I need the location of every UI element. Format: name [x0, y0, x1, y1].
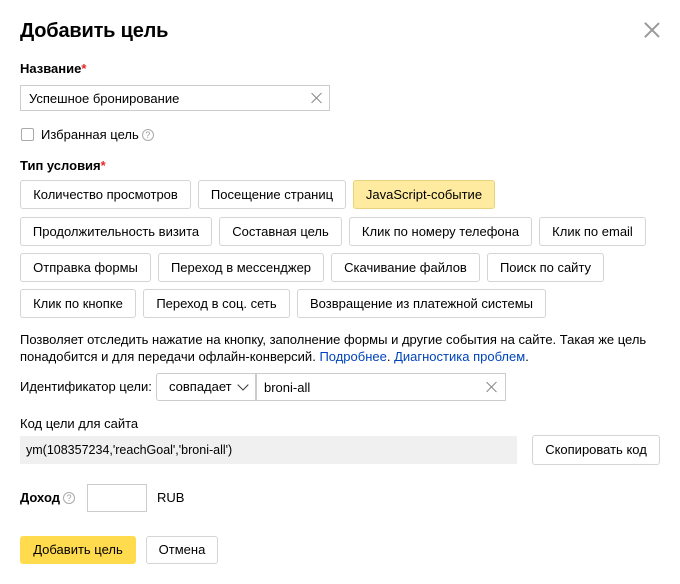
- chip-phone-click[interactable]: Клик по номеру телефона: [349, 217, 532, 246]
- income-input[interactable]: [88, 485, 146, 511]
- chip-payment-return[interactable]: Возвращение из платежной системы: [297, 289, 546, 318]
- dialog-title: Добавить цель: [20, 20, 169, 42]
- chevron-down-icon: [237, 379, 249, 391]
- favorite-checkbox[interactable]: [21, 128, 34, 141]
- help-icon[interactable]: ?: [141, 128, 154, 141]
- income-label-group: Доход ?: [20, 490, 75, 505]
- income-label: Доход: [20, 490, 60, 505]
- income-field-wrapper: [87, 484, 147, 512]
- diagnostics-link[interactable]: Диагностика проблем: [394, 349, 525, 364]
- site-code-label: Код цели для сайта: [20, 416, 139, 431]
- chip-messenger[interactable]: Переход в мессенджер: [158, 253, 324, 282]
- condition-type-label: Тип условия*: [20, 158, 106, 173]
- copy-code-button[interactable]: Скопировать код: [532, 435, 660, 465]
- chip-social-network[interactable]: Переход в соц. сеть: [143, 289, 290, 318]
- close-icon[interactable]: [641, 19, 663, 41]
- chip-pageviews[interactable]: Количество просмотров: [20, 180, 191, 209]
- match-mode-select[interactable]: совпадает: [156, 373, 256, 401]
- condition-description: Позволяет отследить нажатие на кнопку, з…: [20, 332, 647, 364]
- identifier-field-wrapper: [256, 373, 506, 401]
- favorite-goal: Избранная цель ?: [21, 127, 154, 142]
- chip-button-click[interactable]: Клик по кнопке: [20, 289, 136, 318]
- chip-email-click[interactable]: Клик по email: [539, 217, 646, 246]
- site-code-value: ym(108357234,'reachGoal','broni-all'): [20, 436, 517, 464]
- cancel-button[interactable]: Отмена: [146, 536, 218, 564]
- chip-form-submit[interactable]: Отправка формы: [20, 253, 151, 282]
- income-help-icon[interactable]: ?: [62, 491, 75, 504]
- clear-identifier-icon[interactable]: [484, 379, 500, 395]
- chip-page-visit[interactable]: Посещение страниц: [198, 180, 346, 209]
- name-field-wrapper: [20, 85, 330, 111]
- more-link[interactable]: Подробнее: [319, 349, 386, 364]
- clear-name-icon[interactable]: [309, 90, 325, 106]
- name-input[interactable]: [21, 86, 301, 110]
- favorite-label: Избранная цель: [41, 127, 139, 142]
- chip-javascript-event[interactable]: JavaScript-событие: [353, 180, 495, 209]
- add-goal-button[interactable]: Добавить цель: [20, 536, 136, 564]
- chip-composite-goal[interactable]: Составная цель: [219, 217, 342, 246]
- chip-file-download[interactable]: Скачивание файлов: [331, 253, 480, 282]
- name-label: Название*: [20, 61, 87, 76]
- chip-site-search[interactable]: Поиск по сайту: [487, 253, 604, 282]
- currency-label: RUB: [157, 490, 185, 505]
- identifier-input[interactable]: [257, 374, 477, 400]
- identifier-label: Идентификатор цели:: [20, 379, 152, 394]
- chip-visit-duration[interactable]: Продолжительность визита: [20, 217, 212, 246]
